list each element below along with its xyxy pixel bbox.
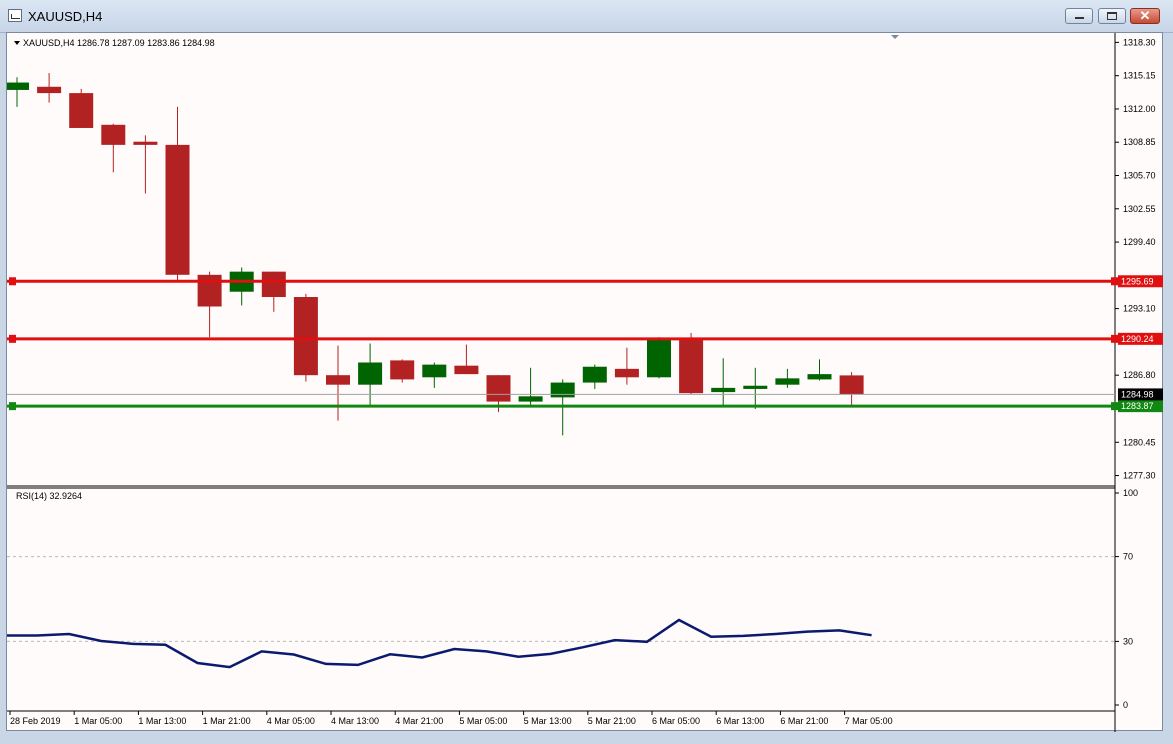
price-tick-label: 1315.15 [1123,71,1156,81]
support-price-label: 1283.87 [1121,401,1154,411]
resistance-price-label: 1290.24 [1121,334,1154,344]
time-tick-label: 4 Mar 05:00 [267,716,315,726]
bearish-candle[interactable] [839,375,864,395]
bullish-candle[interactable] [358,362,383,385]
bearish-candle[interactable] [614,368,639,378]
rsi-tick-label: 100 [1123,488,1138,498]
bearish-candle[interactable] [454,365,479,375]
price-tick-label: 1308.85 [1123,137,1156,147]
bullish-candle[interactable] [422,364,447,378]
chart-shift-marker [891,35,899,39]
price-tick-label: 1293.10 [1123,304,1156,314]
bullish-candle[interactable] [807,374,832,380]
time-tick-label: 28 Feb 2019 [10,716,61,726]
bullish-candle[interactable] [582,366,607,383]
price-tick-label: 1318.30 [1123,37,1156,47]
close-icon: ✕ [1139,8,1151,23]
rsi-tick-label: 0 [1123,700,1128,710]
resistance-line-handle-left[interactable] [9,334,16,343]
time-tick-label: 7 Mar 05:00 [845,716,893,726]
time-tick-label: 4 Mar 13:00 [331,716,379,726]
rsi-line[interactable] [7,618,872,669]
resistance-line-handle-right[interactable] [1111,334,1119,343]
price-tick-label: 1299.40 [1123,237,1156,247]
time-tick-label: 6 Mar 13:00 [716,716,764,726]
resistance-line-handle-right[interactable] [1111,277,1119,286]
time-tick-label: 1 Mar 05:00 [74,716,122,726]
close-button[interactable]: ✕ [1130,8,1160,24]
price-tick-label: 1280.45 [1123,437,1156,447]
time-tick-label: 6 Mar 05:00 [652,716,700,726]
time-tick-label: 6 Mar 21:00 [780,716,828,726]
support-line-handle-right[interactable] [1111,402,1119,411]
window-titlebar[interactable]: XAUUSD,H4 ✕ [0,0,1173,33]
chart-window-icon [8,9,22,22]
support-line-handle-left[interactable] [9,402,16,411]
bearish-candle[interactable] [165,144,190,275]
main-panel-header: XAUUSD,H4 1286.78 1287.09 1283.86 1284.9… [23,38,215,48]
price-tick-label: 1286.80 [1123,370,1156,380]
panel-collapse-icon[interactable] [14,41,20,45]
bearish-candle[interactable] [133,141,158,145]
bearish-candle[interactable] [197,274,222,307]
restore-icon [1107,12,1117,20]
maximize-button[interactable] [1098,8,1126,24]
price-tick-label: 1302.55 [1123,204,1156,214]
bullish-candle[interactable] [743,385,768,389]
minimize-icon [1075,17,1084,19]
time-tick-label: 1 Mar 21:00 [203,716,251,726]
bullish-candle[interactable] [711,387,736,393]
price-tick-label: 1305.70 [1123,171,1156,181]
bearish-candle[interactable] [679,338,704,394]
time-tick-label: 5 Mar 05:00 [459,716,507,726]
bullish-candle[interactable] [775,378,800,385]
bearish-candle[interactable] [69,93,94,128]
bullish-candle[interactable] [647,338,671,378]
bearish-candle[interactable] [326,375,350,385]
bearish-candle[interactable] [293,297,318,376]
minimize-button[interactable] [1065,8,1093,24]
bearish-candle[interactable] [486,375,511,402]
price-tick-label: 1312.00 [1123,104,1156,114]
time-tick-label: 5 Mar 21:00 [588,716,636,726]
bearish-candle[interactable] [261,271,286,298]
window-title: XAUUSD,H4 [28,9,103,24]
bullish-candle[interactable] [518,396,543,402]
rsi-tick-label: 30 [1123,636,1133,646]
bullish-candle[interactable] [550,382,575,398]
price-tick-label: 1277.30 [1123,471,1156,481]
bearish-candle[interactable] [390,360,415,380]
rsi-panel-header: RSI(14) 32.9264 [16,491,82,501]
time-tick-label: 5 Mar 13:00 [524,716,572,726]
rsi-tick-label: 70 [1123,552,1133,562]
current-price-label: 1284.98 [1121,389,1154,399]
resistance-line-handle-left[interactable] [9,277,16,286]
time-tick-label: 1 Mar 13:00 [138,716,186,726]
bullish-candle[interactable] [7,82,29,90]
bearish-candle[interactable] [37,86,62,94]
resistance-price-label: 1295.69 [1121,276,1154,286]
bearish-candle[interactable] [101,124,126,145]
time-tick-label: 4 Mar 21:00 [395,716,443,726]
chart-window[interactable]: 1318.30 1315.15 1312.00 1308.85 1305.70 1302.… [6,32,1164,732]
chart-canvas[interactable]: 1318.30 1315.15 1312.00 1308.85 1305.70 1302.… [7,33,1164,732]
